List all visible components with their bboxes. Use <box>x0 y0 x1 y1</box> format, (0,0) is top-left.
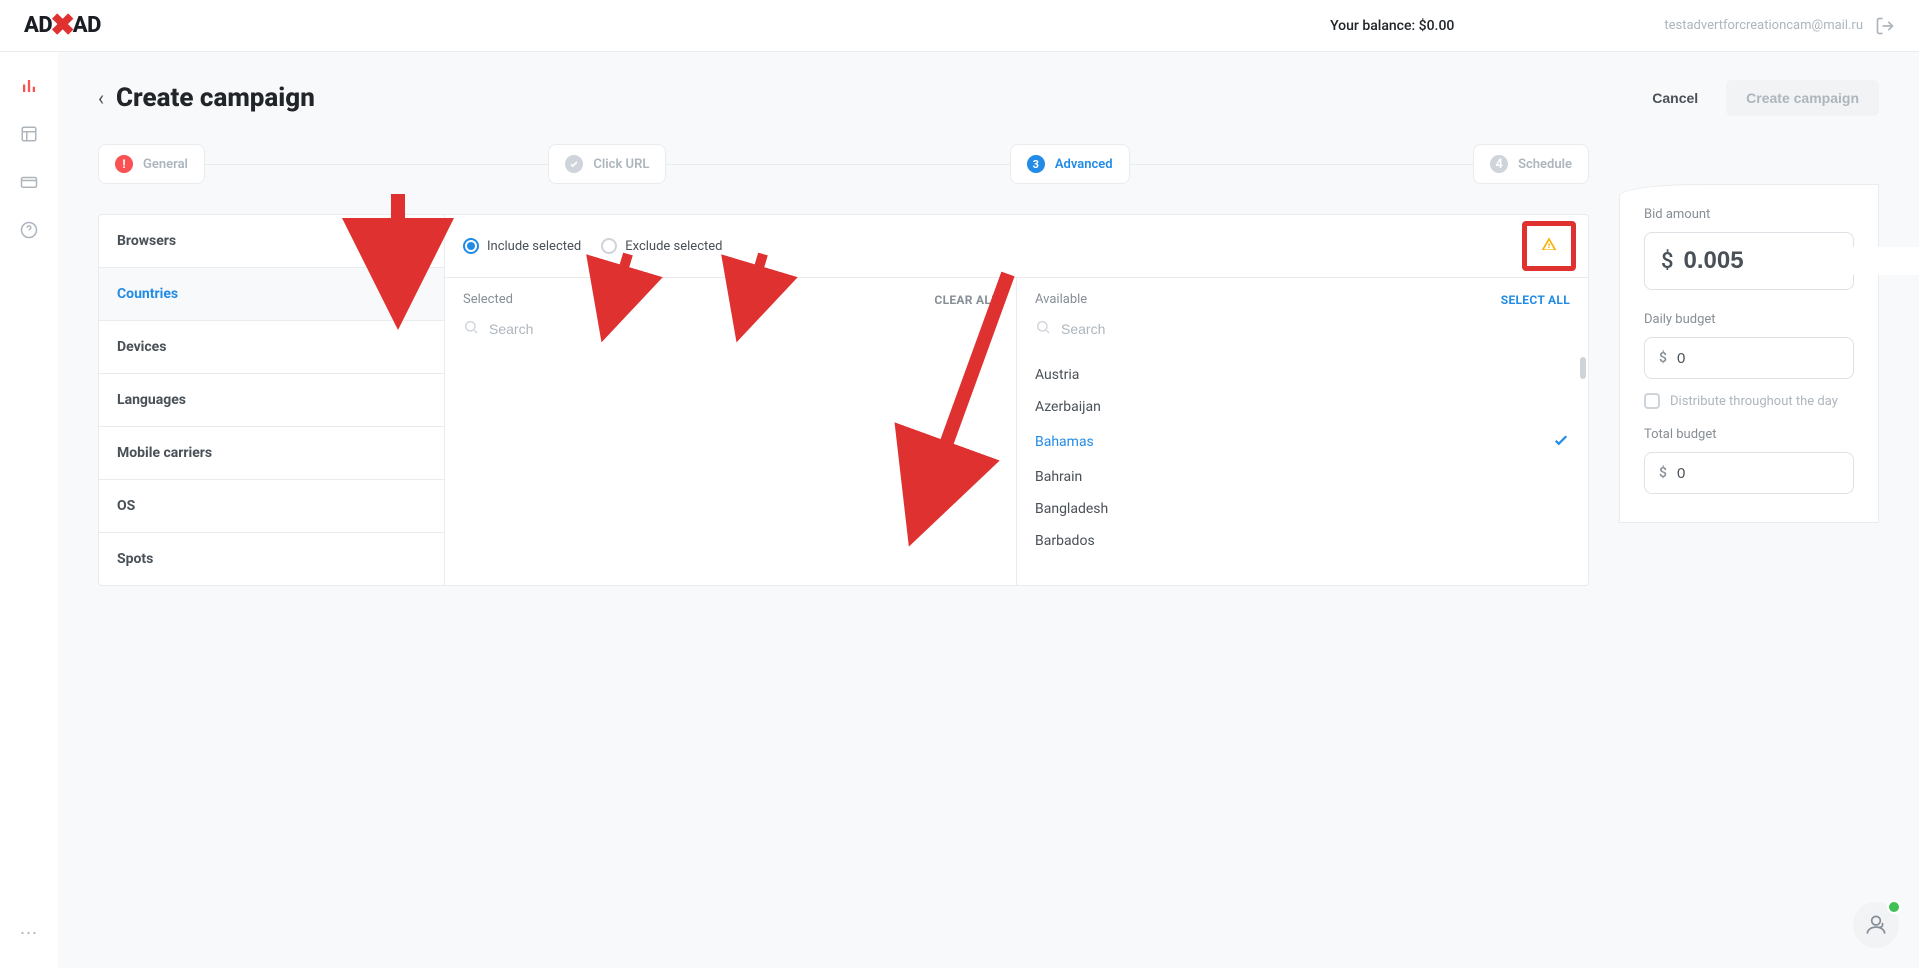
top-header: AD ✖ AD Your balance: $0.00 testadvertfo… <box>0 0 1919 52</box>
steps-bar: ! General Click URL 3 Advanced <box>98 144 1589 184</box>
logo-left: AD <box>24 13 52 38</box>
step-label: Schedule <box>1518 157 1572 172</box>
step-label: General <box>143 157 188 172</box>
exclude-radio[interactable]: Exclude selected <box>601 238 722 254</box>
tab-os[interactable]: OS <box>99 480 444 533</box>
page-title: Create campaign <box>116 83 315 113</box>
tab-mobile-carriers[interactable]: Mobile carriers <box>99 427 444 480</box>
exclamation-icon: ! <box>115 155 133 173</box>
logo-right: AD <box>73 13 101 38</box>
tab-languages[interactable]: Languages <box>99 374 444 427</box>
list-item[interactable]: Barbados <box>1017 525 1588 557</box>
tab-spots[interactable]: Spots <box>99 533 444 585</box>
radio-icon <box>601 238 617 254</box>
total-budget-label: Total budget <box>1644 427 1854 442</box>
back-chevron-icon[interactable]: ‹ <box>98 86 104 110</box>
radio-label: Exclude selected <box>625 239 722 254</box>
step-advanced[interactable]: 3 Advanced <box>1010 144 1130 184</box>
daily-budget-input[interactable]: $ − + <box>1644 337 1854 379</box>
step-label: Advanced <box>1055 157 1113 172</box>
nav-stats-icon[interactable] <box>19 76 39 96</box>
daily-budget-label: Daily budget <box>1644 312 1854 327</box>
list-item[interactable]: Bahamas <box>1017 423 1588 461</box>
user-email[interactable]: testadvertforcreationcam@mail.ru <box>1664 18 1863 33</box>
targeting-box: Browsers Countries Devices Languages Mob… <box>98 214 1589 586</box>
selected-column: Selected CLEAR ALL <box>445 278 1017 585</box>
available-label: Available <box>1035 292 1087 307</box>
nav-more-icon[interactable]: ⋯ <box>20 923 39 968</box>
cancel-button[interactable]: Cancel <box>1636 80 1714 116</box>
check-icon <box>565 155 583 173</box>
include-exclude-row: Include selected Exclude selected <box>445 215 1588 278</box>
sidebar-nav: ⋯ <box>0 52 58 968</box>
list-item[interactable]: Azerbaijan <box>1017 391 1588 423</box>
step-number-icon: 4 <box>1490 155 1508 173</box>
targeting-tabs: Browsers Countries Devices Languages Mob… <box>99 215 445 585</box>
bid-value-field[interactable] <box>1684 247 1919 275</box>
tab-browsers[interactable]: Browsers <box>99 215 444 268</box>
support-bubble[interactable] <box>1853 902 1899 948</box>
bid-amount-input[interactable]: $ <box>1644 232 1854 290</box>
radio-label: Include selected <box>487 239 581 254</box>
logo-x-icon: ✖ <box>50 8 75 43</box>
check-icon <box>1552 431 1570 453</box>
total-budget-input[interactable]: $ − + <box>1644 452 1854 494</box>
step-schedule[interactable]: 4 Schedule <box>1473 144 1589 184</box>
bid-amount-label: Bid amount <box>1644 207 1854 222</box>
scrollbar-thumb[interactable] <box>1580 357 1586 379</box>
available-search-input[interactable] <box>1061 321 1570 337</box>
nav-help-icon[interactable] <box>19 220 39 240</box>
warning-icon[interactable] <box>1541 237 1557 256</box>
search-icon <box>1035 319 1051 339</box>
selected-label: Selected <box>463 292 513 307</box>
distribute-checkbox[interactable]: Distribute throughout the day <box>1644 393 1854 409</box>
nav-dashboard-icon[interactable] <box>19 124 39 144</box>
logo: AD ✖ AD <box>24 8 101 43</box>
list-item[interactable]: Austria <box>1017 359 1588 391</box>
dollar-icon: $ <box>1659 350 1667 366</box>
checkbox-icon <box>1644 393 1660 409</box>
tab-countries[interactable]: Countries <box>99 268 444 321</box>
search-icon <box>463 319 479 339</box>
tab-devices[interactable]: Devices <box>99 321 444 374</box>
headset-icon <box>1863 912 1889 938</box>
step-general[interactable]: ! General <box>98 144 205 184</box>
distribute-label: Distribute throughout the day <box>1670 394 1838 409</box>
list-item[interactable]: Bangladesh <box>1017 493 1588 525</box>
dollar-icon: $ <box>1659 465 1667 481</box>
bid-panel: Bid amount $ Daily budget $ − + <box>1619 184 1879 523</box>
select-all-button[interactable]: SELECT ALL <box>1501 293 1570 307</box>
daily-budget-field[interactable] <box>1677 350 1854 367</box>
available-column: Available SELECT ALL <box>1017 278 1588 585</box>
step-number-icon: 3 <box>1027 155 1045 173</box>
dollar-icon: $ <box>1661 249 1674 274</box>
clear-all-button[interactable]: CLEAR ALL <box>934 293 998 307</box>
balance-text: Your balance: $0.00 <box>1330 18 1454 34</box>
include-radio[interactable]: Include selected <box>463 238 581 254</box>
warning-highlight <box>1522 221 1576 271</box>
step-clickurl[interactable]: Click URL <box>548 144 666 184</box>
create-campaign-button[interactable]: Create campaign <box>1726 80 1879 116</box>
logout-icon[interactable] <box>1875 16 1895 36</box>
page-header: ‹ Create campaign Cancel Create campaign <box>98 80 1879 116</box>
total-budget-field[interactable] <box>1677 465 1854 482</box>
nav-billing-icon[interactable] <box>19 172 39 192</box>
selected-search-input[interactable] <box>489 321 998 337</box>
radio-icon <box>463 238 479 254</box>
step-label: Click URL <box>593 157 649 172</box>
list-item[interactable]: Bahrain <box>1017 461 1588 493</box>
